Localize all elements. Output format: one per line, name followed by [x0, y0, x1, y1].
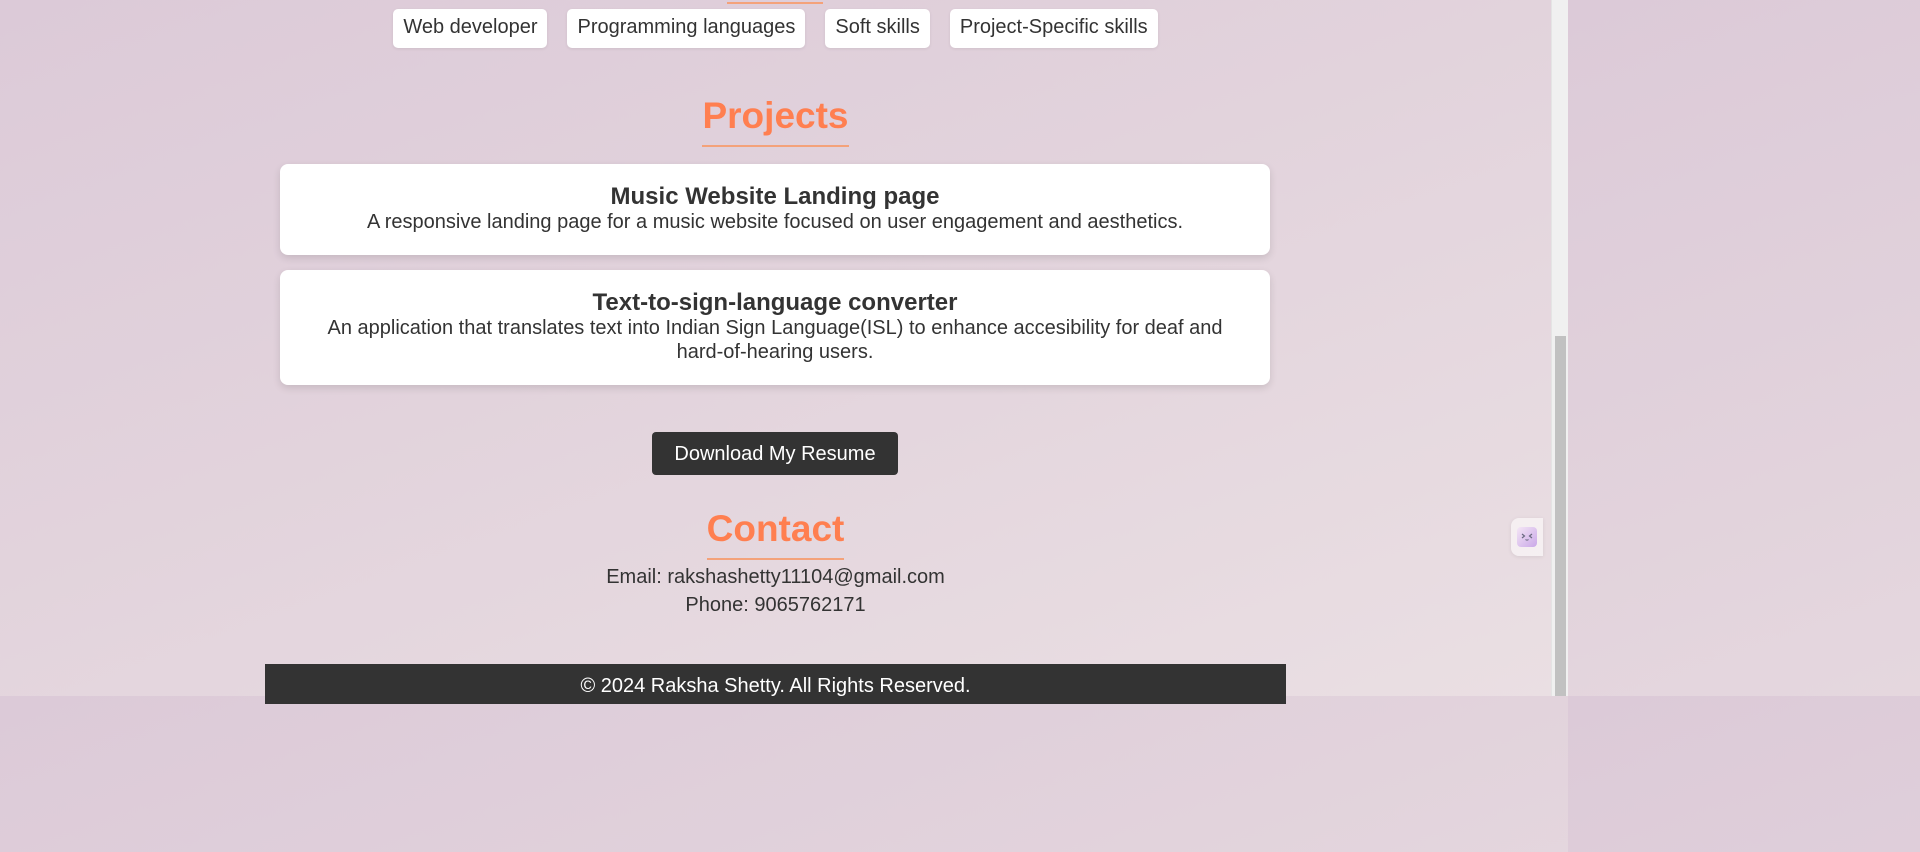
download-resume-button[interactable]: Download My Resume: [652, 432, 898, 475]
projects-heading-text: Projects: [702, 95, 849, 147]
project-card-sign-language-converter: Text-to-sign-language converter An appli…: [280, 270, 1270, 385]
contact-section-heading: Contact: [0, 508, 1551, 560]
skill-chip-web-developer[interactable]: Web developer: [393, 9, 548, 48]
skills-list: Web developer Programming languages Soft…: [0, 9, 1551, 48]
skill-chip-programming-languages[interactable]: Programming languages: [567, 9, 806, 48]
scrollbar-thumb[interactable]: [1555, 336, 1566, 696]
project-card-music-website: Music Website Landing page A responsive …: [280, 164, 1270, 255]
contact-email: Email: rakshashetty11104@gmail.com: [606, 566, 945, 588]
skills-heading-underline: [727, 2, 823, 4]
projects-section-heading: Projects: [0, 95, 1551, 147]
skill-chip-soft-skills[interactable]: Soft skills: [825, 9, 930, 48]
project-title: Music Website Landing page: [610, 183, 940, 210]
project-description: A responsive landing page for a music we…: [366, 211, 1184, 233]
contact-phone: Phone: 9065762171: [685, 594, 866, 616]
project-description: An application that translates text into…: [327, 317, 1223, 363]
contact-heading-text: Contact: [706, 508, 845, 560]
project-title: Text-to-sign-language converter: [592, 289, 958, 316]
page: Web developer Programming languages Soft…: [0, 0, 1551, 704]
vertical-scrollbar[interactable]: [1551, 0, 1568, 696]
skill-chip-project-specific-skills[interactable]: Project-Specific skills: [949, 9, 1158, 48]
assistant-face-icon: [1516, 526, 1538, 548]
footer: © 2024 Raksha Shetty. All Rights Reserve…: [265, 664, 1286, 704]
assistant-widget-button[interactable]: [1511, 518, 1543, 556]
